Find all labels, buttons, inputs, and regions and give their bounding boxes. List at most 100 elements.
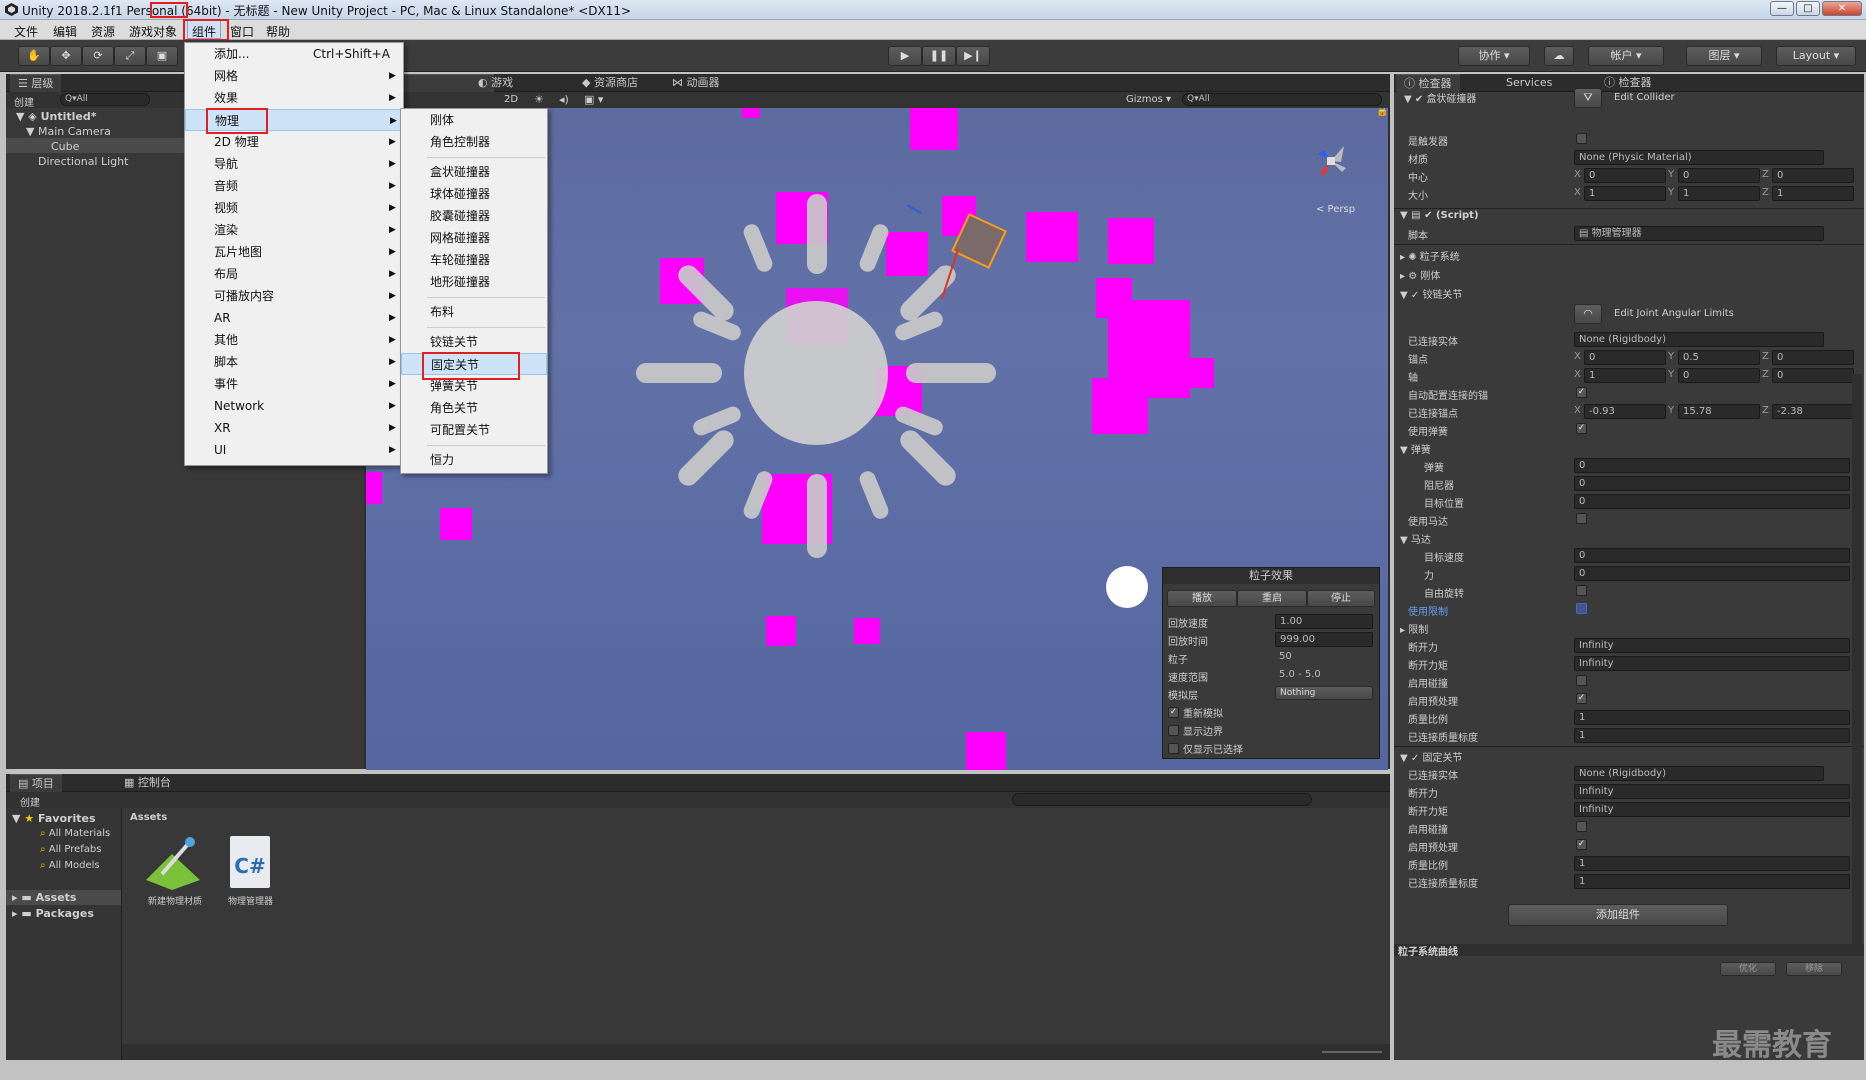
scale-tool-button[interactable]: ⤢ xyxy=(114,46,146,66)
tab-project[interactable]: ▤ 项目 xyxy=(10,774,62,792)
limits-foldout[interactable]: ▸ 限制 xyxy=(1400,621,1428,636)
fixed-break-torque-field[interactable]: Infinity xyxy=(1574,802,1850,817)
fixed-enable-collision-checkbox[interactable] xyxy=(1576,821,1587,832)
menu-gameobject[interactable]: 游戏对象 xyxy=(129,23,177,40)
fixed-break-force-field[interactable]: Infinity xyxy=(1574,784,1850,799)
particle-system-header[interactable]: ▸ ✺ 粒子系统 xyxy=(1400,248,1460,263)
tab-inspector-2[interactable]: ⓘ 检查器 xyxy=(1596,74,1660,92)
gizmos-dropdown[interactable]: Gizmos ▾ xyxy=(1126,94,1171,105)
rect-tool-button[interactable]: ▣ xyxy=(146,46,178,66)
center-y-field[interactable]: 0 xyxy=(1678,168,1760,183)
tab-console[interactable]: ▦ 控制台 xyxy=(116,774,179,792)
submenu-item-box-collider[interactable]: 盒状碰撞器 xyxy=(401,161,547,183)
menu-item-tilemap[interactable]: 瓦片地图 ▶ xyxy=(185,241,403,263)
layout-dropdown[interactable]: Layout ▾ xyxy=(1776,46,1856,66)
center-x-field[interactable]: 0 xyxy=(1584,168,1666,183)
hierarchy-search-input[interactable]: Q▾All xyxy=(60,93,150,106)
resimulate-checkbox[interactable]: ✓ xyxy=(1168,707,1179,718)
fixed-mass-scale-field[interactable]: 1 xyxy=(1574,856,1850,871)
menu-item-network[interactable]: Network ▶ xyxy=(185,395,403,417)
play-button[interactable]: ▶ xyxy=(888,46,922,66)
hierarchy-item-directional-light[interactable]: Directional Light xyxy=(38,155,128,168)
center-z-field[interactable]: 0 xyxy=(1772,168,1854,183)
free-spin-checkbox[interactable] xyxy=(1576,585,1587,596)
menu-item-playables[interactable]: 可播放内容 ▶ xyxy=(185,285,403,307)
tab-game[interactable]: ◐ 游戏 xyxy=(470,74,521,92)
audio-toggle-icon[interactable]: ◂) xyxy=(559,93,569,106)
move-tool-button[interactable]: ✥ xyxy=(50,46,82,66)
menu-help[interactable]: 帮助 xyxy=(266,23,290,40)
toggle-2d-button[interactable]: 2D xyxy=(504,94,518,105)
is-trigger-checkbox[interactable] xyxy=(1576,133,1587,144)
spring-foldout[interactable]: ▼ 弹簧 xyxy=(1400,441,1431,456)
inspector-scrollbar[interactable] xyxy=(1852,374,1862,944)
mass-scale-field[interactable]: 1 xyxy=(1574,710,1850,725)
asset-script[interactable]: C# 物理管理器 xyxy=(220,836,284,907)
menu-edit[interactable]: 编辑 xyxy=(53,23,77,40)
connected-anchor-y-field[interactable]: 15.78 xyxy=(1678,404,1760,419)
use-limits-checkbox[interactable] xyxy=(1576,603,1587,614)
submenu-item-terrain-collider[interactable]: 地形碰撞器 xyxy=(401,271,547,293)
anchor-y-field[interactable]: 0.5 xyxy=(1678,350,1760,365)
menu-file[interactable]: 文件 xyxy=(14,23,38,40)
fixed-connected-body-field[interactable]: None (Rigidbody) xyxy=(1574,766,1824,781)
playback-time-field[interactable]: 999.00 xyxy=(1275,632,1373,647)
menu-item-miscellaneous[interactable]: 其他 ▶ xyxy=(185,329,403,351)
menu-item-scripts[interactable]: 脚本 ▶ xyxy=(185,351,403,373)
hierarchy-item-main-camera[interactable]: ▼ Main Camera xyxy=(26,125,111,138)
tab-animator[interactable]: ⋈ 动画器 xyxy=(664,74,728,92)
playback-speed-field[interactable]: 1.00 xyxy=(1275,614,1373,629)
fixed-enable-preprocessing-checkbox[interactable]: ✓ xyxy=(1576,839,1587,850)
fixed-connected-mass-scale-field[interactable]: 1 xyxy=(1574,874,1850,889)
submenu-item-configurable-joint[interactable]: 可配置关节 xyxy=(401,419,547,441)
anchor-z-field[interactable]: 0 xyxy=(1772,350,1854,365)
fav-all-materials[interactable]: ⌕ All Materials xyxy=(40,828,110,839)
favorites-node[interactable]: ▼ ★ Favorites xyxy=(12,812,96,825)
tab-services[interactable]: Services xyxy=(1498,74,1560,92)
spring-field[interactable]: 0 xyxy=(1574,458,1850,473)
fixed-joint-header[interactable]: ▼ ✓ 固定关节 xyxy=(1400,749,1462,764)
break-torque-field[interactable]: Infinity xyxy=(1574,656,1850,671)
enable-preprocessing-checkbox[interactable]: ✓ xyxy=(1576,693,1587,704)
layers-dropdown[interactable]: 图层 ▾ xyxy=(1686,46,1762,66)
sphere-object[interactable] xyxy=(1106,566,1148,608)
simulate-layers-dropdown[interactable]: Nothing xyxy=(1275,686,1373,700)
submenu-item-wheel-collider[interactable]: 车轮碰撞器 xyxy=(401,249,547,271)
hinge-connected-body-field[interactable]: None (Rigidbody) xyxy=(1574,332,1824,347)
cloud-icon[interactable]: ☁ xyxy=(1544,46,1574,66)
menu-item-ar[interactable]: AR ▶ xyxy=(185,307,403,329)
size-z-field[interactable]: 1 xyxy=(1772,186,1854,201)
account-dropdown[interactable]: 帐户 ▾ xyxy=(1588,46,1664,66)
scene-root[interactable]: ▼ ◈ Untitled* xyxy=(16,110,97,123)
hinge-joint-header[interactable]: ▼ ✓ 铰链关节 xyxy=(1400,286,1462,301)
edit-angular-limits-icon[interactable]: ◠ xyxy=(1574,304,1602,324)
target-position-field[interactable]: 0 xyxy=(1574,494,1850,509)
target-velocity-field[interactable]: 0 xyxy=(1574,548,1850,563)
maximize-button[interactable]: □ xyxy=(1796,1,1820,16)
submenu-item-mesh-collider[interactable]: 网格碰撞器 xyxy=(401,227,547,249)
menu-item-mesh[interactable]: 网格 ▶ xyxy=(185,65,403,87)
show-selected-checkbox[interactable] xyxy=(1168,743,1179,754)
axis-y-field[interactable]: 0 xyxy=(1678,368,1760,383)
show-bounds-checkbox[interactable] xyxy=(1168,725,1179,736)
submenu-item-constant-force[interactable]: 恒力 xyxy=(401,449,547,471)
minimize-button[interactable]: — xyxy=(1770,1,1794,16)
zoom-slider[interactable] xyxy=(1322,1051,1382,1053)
hierarchy-create-button[interactable]: 创建 xyxy=(14,94,34,109)
menu-item-effects[interactable]: 效果 ▶ xyxy=(185,87,403,109)
project-search-input[interactable] xyxy=(1012,793,1312,806)
orientation-gizmo-icon[interactable] xyxy=(1296,126,1366,196)
auto-configure-checkbox[interactable]: ✓ xyxy=(1576,387,1587,398)
size-y-field[interactable]: 1 xyxy=(1678,186,1760,201)
menu-item-physics-2d[interactable]: 2D 物理 ▶ xyxy=(185,131,403,153)
use-spring-checkbox[interactable]: ✓ xyxy=(1576,423,1587,434)
submenu-item-character-joint[interactable]: 角色关节 xyxy=(401,397,547,419)
connected-anchor-z-field[interactable]: -2.38 xyxy=(1772,404,1854,419)
hand-tool-button[interactable]: ✋ xyxy=(18,46,50,66)
particle-play-button[interactable]: 播放 xyxy=(1167,590,1237,607)
step-button[interactable]: ▶❙ xyxy=(956,46,990,66)
tab-asset-store[interactable]: ◆ 资源商店 xyxy=(574,74,646,92)
particle-stop-button[interactable]: 停止 xyxy=(1307,590,1375,607)
submenu-item-cloth[interactable]: 布料 xyxy=(401,301,547,323)
menu-window[interactable]: 窗口 xyxy=(230,23,254,40)
